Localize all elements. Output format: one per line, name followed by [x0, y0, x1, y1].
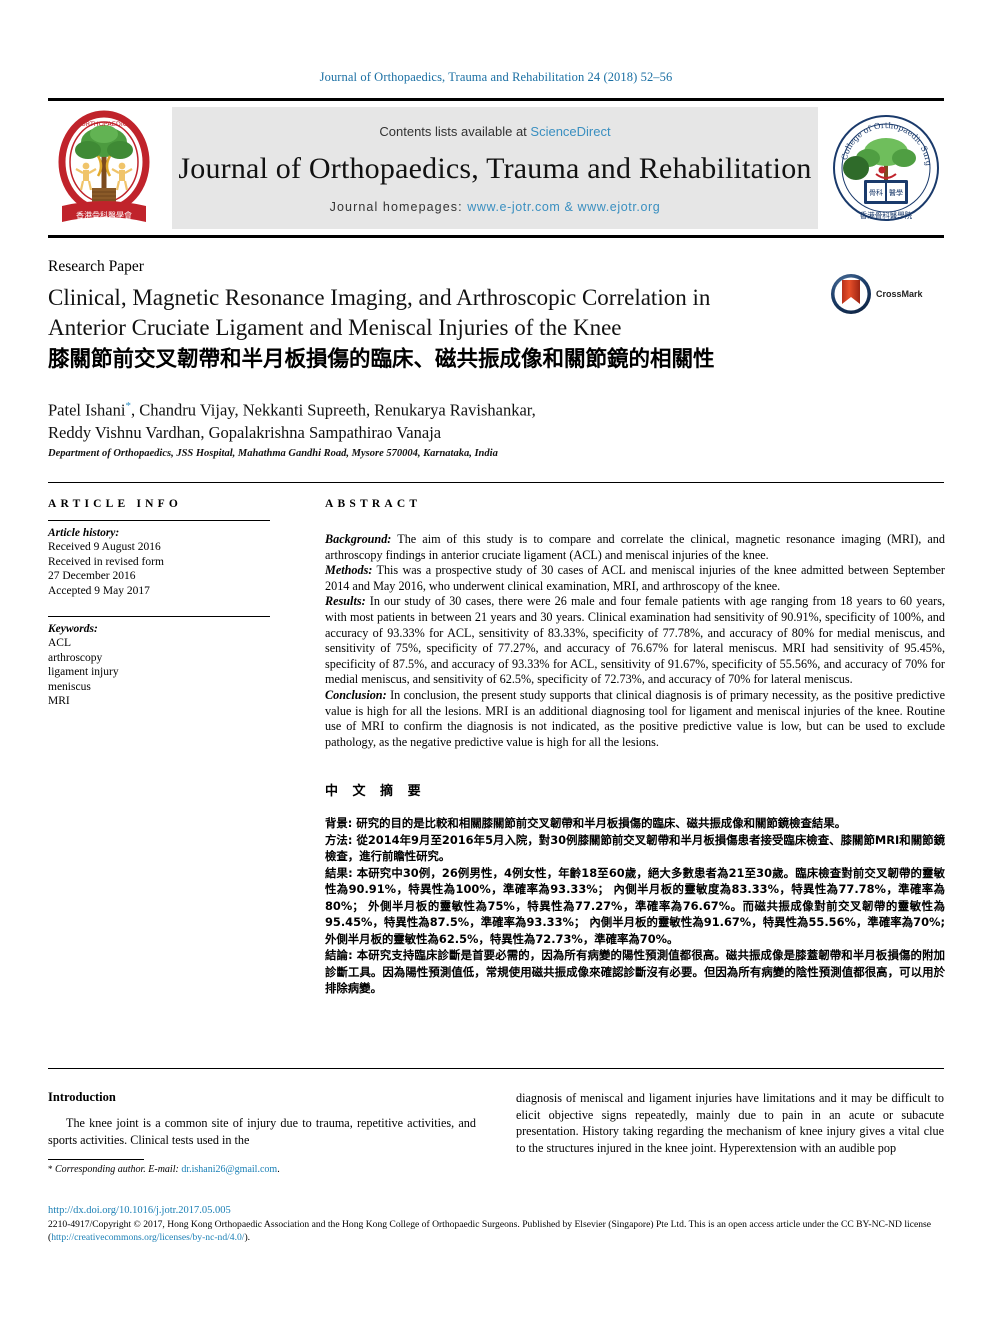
running-head: Journal of Orthopaedics, Trauma and Reha… [319, 70, 673, 84]
divider-above-abstract [48, 482, 944, 483]
abstract-column: ABSTRACT Background: The aim of this stu… [325, 498, 945, 997]
abstract-results-text: In our study of 30 cases, there were 26 … [325, 594, 945, 687]
keyword-item: ligament injury [48, 666, 119, 678]
article-history-line: Received in revised form [48, 555, 164, 568]
article-info-divider-bottom [48, 616, 270, 617]
abstract-background-label: Background: [325, 532, 392, 546]
article-title-chinese: 膝關節前交叉韌帶和半月板損傷的臨床、磁共振成像和關節鏡的相關性 [48, 347, 715, 372]
abstract-conclusion-text: In conclusion, the present study support… [325, 687, 945, 749]
svg-text:醫學: 醫學 [889, 188, 903, 197]
abstract-heading: ABSTRACT [325, 498, 422, 510]
body-columns: Introduction The knee joint is a common … [48, 1090, 944, 1200]
keyword-item: meniscus [48, 680, 91, 693]
article-type: Research Paper [48, 258, 144, 275]
masthead-center-panel: Contents lists available at ScienceDirec… [172, 107, 818, 229]
footnote-divider [48, 1159, 144, 1160]
abstract-methods-text: This was a prospective study of 30 cases… [325, 563, 945, 593]
copyright-statement: 2210-4917/Copyright © 2017, Hong Kong Or… [48, 1218, 944, 1244]
copyright-tail: ). [244, 1232, 251, 1243]
chinese-abstract-results: 結果: 本研究中30例，26例男性，4例女性，年齡18至60歲，絕大多數患者為2… [325, 865, 945, 946]
title-line-1: Clinical, Magnetic Resonance Imaging, an… [48, 285, 711, 310]
abstract-conclusion-label: Conclusion: [325, 687, 387, 702]
abstract-methods-label: Methods: [325, 563, 373, 578]
sciencedirect-link[interactable]: ScienceDirect [530, 124, 610, 139]
abstract-results: Results: In our study of 30 cases, there… [325, 594, 945, 688]
chinese-abstract-methods: 方法: 從2014年9月至2016年5月入院，對30例膝關節前交叉韌帶和半月板損… [325, 832, 945, 864]
homepage-links[interactable]: www.e-jotr.com & www.ejotr.org [467, 200, 660, 214]
footnote-label: Corresponding author. E-mail: [52, 1164, 182, 1175]
article-info-heading: ARTICLE INFO [48, 498, 183, 510]
body-column-left: Introduction The knee joint is a common … [48, 1090, 476, 1148]
abstract-body: Background: The aim of this study is to … [325, 532, 945, 750]
introduction-paragraph: The knee joint is a common site of injur… [48, 1116, 476, 1147]
journal-homepage-line: Journal homepages: www.e-jotr.com & www.… [330, 200, 661, 214]
article-history-line: Accepted 9 May 2017 [48, 584, 150, 597]
keyword-item: ACL [48, 637, 71, 649]
homepage-label: Journal homepages: [329, 200, 468, 214]
divider-below-abstract [48, 1068, 944, 1069]
title-line-2: Anterior Cruciate Ligament and Meniscal … [48, 315, 622, 340]
abstract-methods: Methods: This was a prospective study of… [325, 563, 945, 594]
contents-lists-prefix: Contents lists available at [379, 124, 531, 139]
abstract-background-text: The aim of this study is to compare and … [325, 532, 945, 562]
article-history-label: Article history: [48, 527, 120, 539]
svg-text:ORTHOPAEDIC: ORTHOPAEDIC [81, 120, 128, 128]
article-info-divider-top [48, 520, 270, 521]
author-first: Patel Ishani [48, 400, 126, 420]
journal-masthead: 香港骨科醫學會 ORTHOPAEDIC Contents lists avail… [48, 98, 944, 238]
article-title-english: Clinical, Magnetic Resonance Imaging, an… [48, 283, 818, 343]
chinese-abstract-body: 背景: 研究的目的是比較和相關膝關節前交叉韌帶和半月板損傷的臨床、磁共振成像和關… [325, 815, 945, 997]
chinese-abstract-background: 背景: 研究的目的是比較和相關膝關節前交叉韌帶和半月板損傷的臨床、磁共振成像和關… [325, 816, 847, 831]
author-list: Patel Ishani*, Chandru Vijay, Nekkanti S… [48, 395, 848, 444]
publisher-block: http://dx.doi.org/10.1016/j.jotr.2017.05… [48, 1205, 944, 1244]
abstract-background: Background: The aim of this study is to … [325, 532, 945, 563]
journal-article-page: Journal of Orthopaedics, Trauma and Reha… [0, 0, 992, 1323]
author-rest-line-1: , Chandru Vijay, Nekkanti Supreeth, Renu… [130, 400, 536, 420]
keyword-item: arthroscopy [48, 651, 103, 664]
contents-lists-line: Contents lists available at ScienceDirec… [379, 124, 610, 139]
crossmark-label: CrossMark [876, 289, 923, 299]
corresponding-author-email[interactable]: dr.ishani26@gmail.com [181, 1164, 277, 1175]
keywords-label: Keywords: [48, 623, 98, 635]
doi-link[interactable]: http://dx.doi.org/10.1016/j.jotr.2017.05… [48, 1205, 944, 1216]
body-right-paragraph: diagnosis of meniscal and ligament injur… [516, 1091, 944, 1155]
body-column-right: diagnosis of meniscal and ligament injur… [516, 1090, 944, 1156]
abstract-results-label: Results: [325, 594, 366, 609]
chinese-abstract-heading: 中 文 摘 要 [325, 784, 426, 800]
chinese-abstract-conclusion: 結論: 本研究支持臨床診斷是首要必需的，因為所有病變的陽性預測值都很高。磁共振成… [325, 948, 945, 996]
crossmark-badge[interactable]: CrossMark [830, 272, 940, 316]
author-line-2: Reddy Vishnu Vardhan, Gopalakrishna Samp… [48, 422, 442, 442]
article-info-column: ARTICLE INFO Article history: Received 9… [48, 498, 298, 709]
affiliation: Department of Orthopaedics, JSS Hospital… [48, 448, 498, 459]
corresponding-author-footnote: * Corresponding author. E-mail: dr.ishan… [48, 1159, 348, 1175]
crossmark-icon [831, 274, 871, 314]
footnote-trailing: . [277, 1164, 280, 1175]
article-title-block: Clinical, Magnetic Resonance Imaging, an… [48, 283, 818, 375]
hong-kong-orthopaedic-association-logo: 香港骨科醫學會 ORTHOPAEDIC [52, 108, 156, 228]
svg-text:香港骨科醫學院: 香港骨科醫學院 [860, 210, 913, 220]
journal-title: Journal of Orthopaedics, Trauma and Reha… [178, 152, 812, 185]
keyword-item: MRI [48, 695, 70, 707]
article-history-line: Received 9 August 2016 [48, 541, 161, 553]
abstract-conclusion: Conclusion: In conclusion, the present s… [325, 688, 945, 750]
svg-text:香港骨科醫學會: 香港骨科醫學會 [76, 210, 132, 220]
article-history-line: 27 December 2016 [48, 570, 136, 582]
introduction-heading: Introduction [48, 1090, 116, 1104]
license-link[interactable]: http://creativecommons.org/licenses/by-n… [51, 1232, 244, 1243]
hong-kong-college-of-orthopaedic-surgeons-logo: College of Orthopaedic Surgeons 骨科 醫學 香港… [827, 101, 942, 228]
svg-text:骨科: 骨科 [869, 188, 883, 197]
